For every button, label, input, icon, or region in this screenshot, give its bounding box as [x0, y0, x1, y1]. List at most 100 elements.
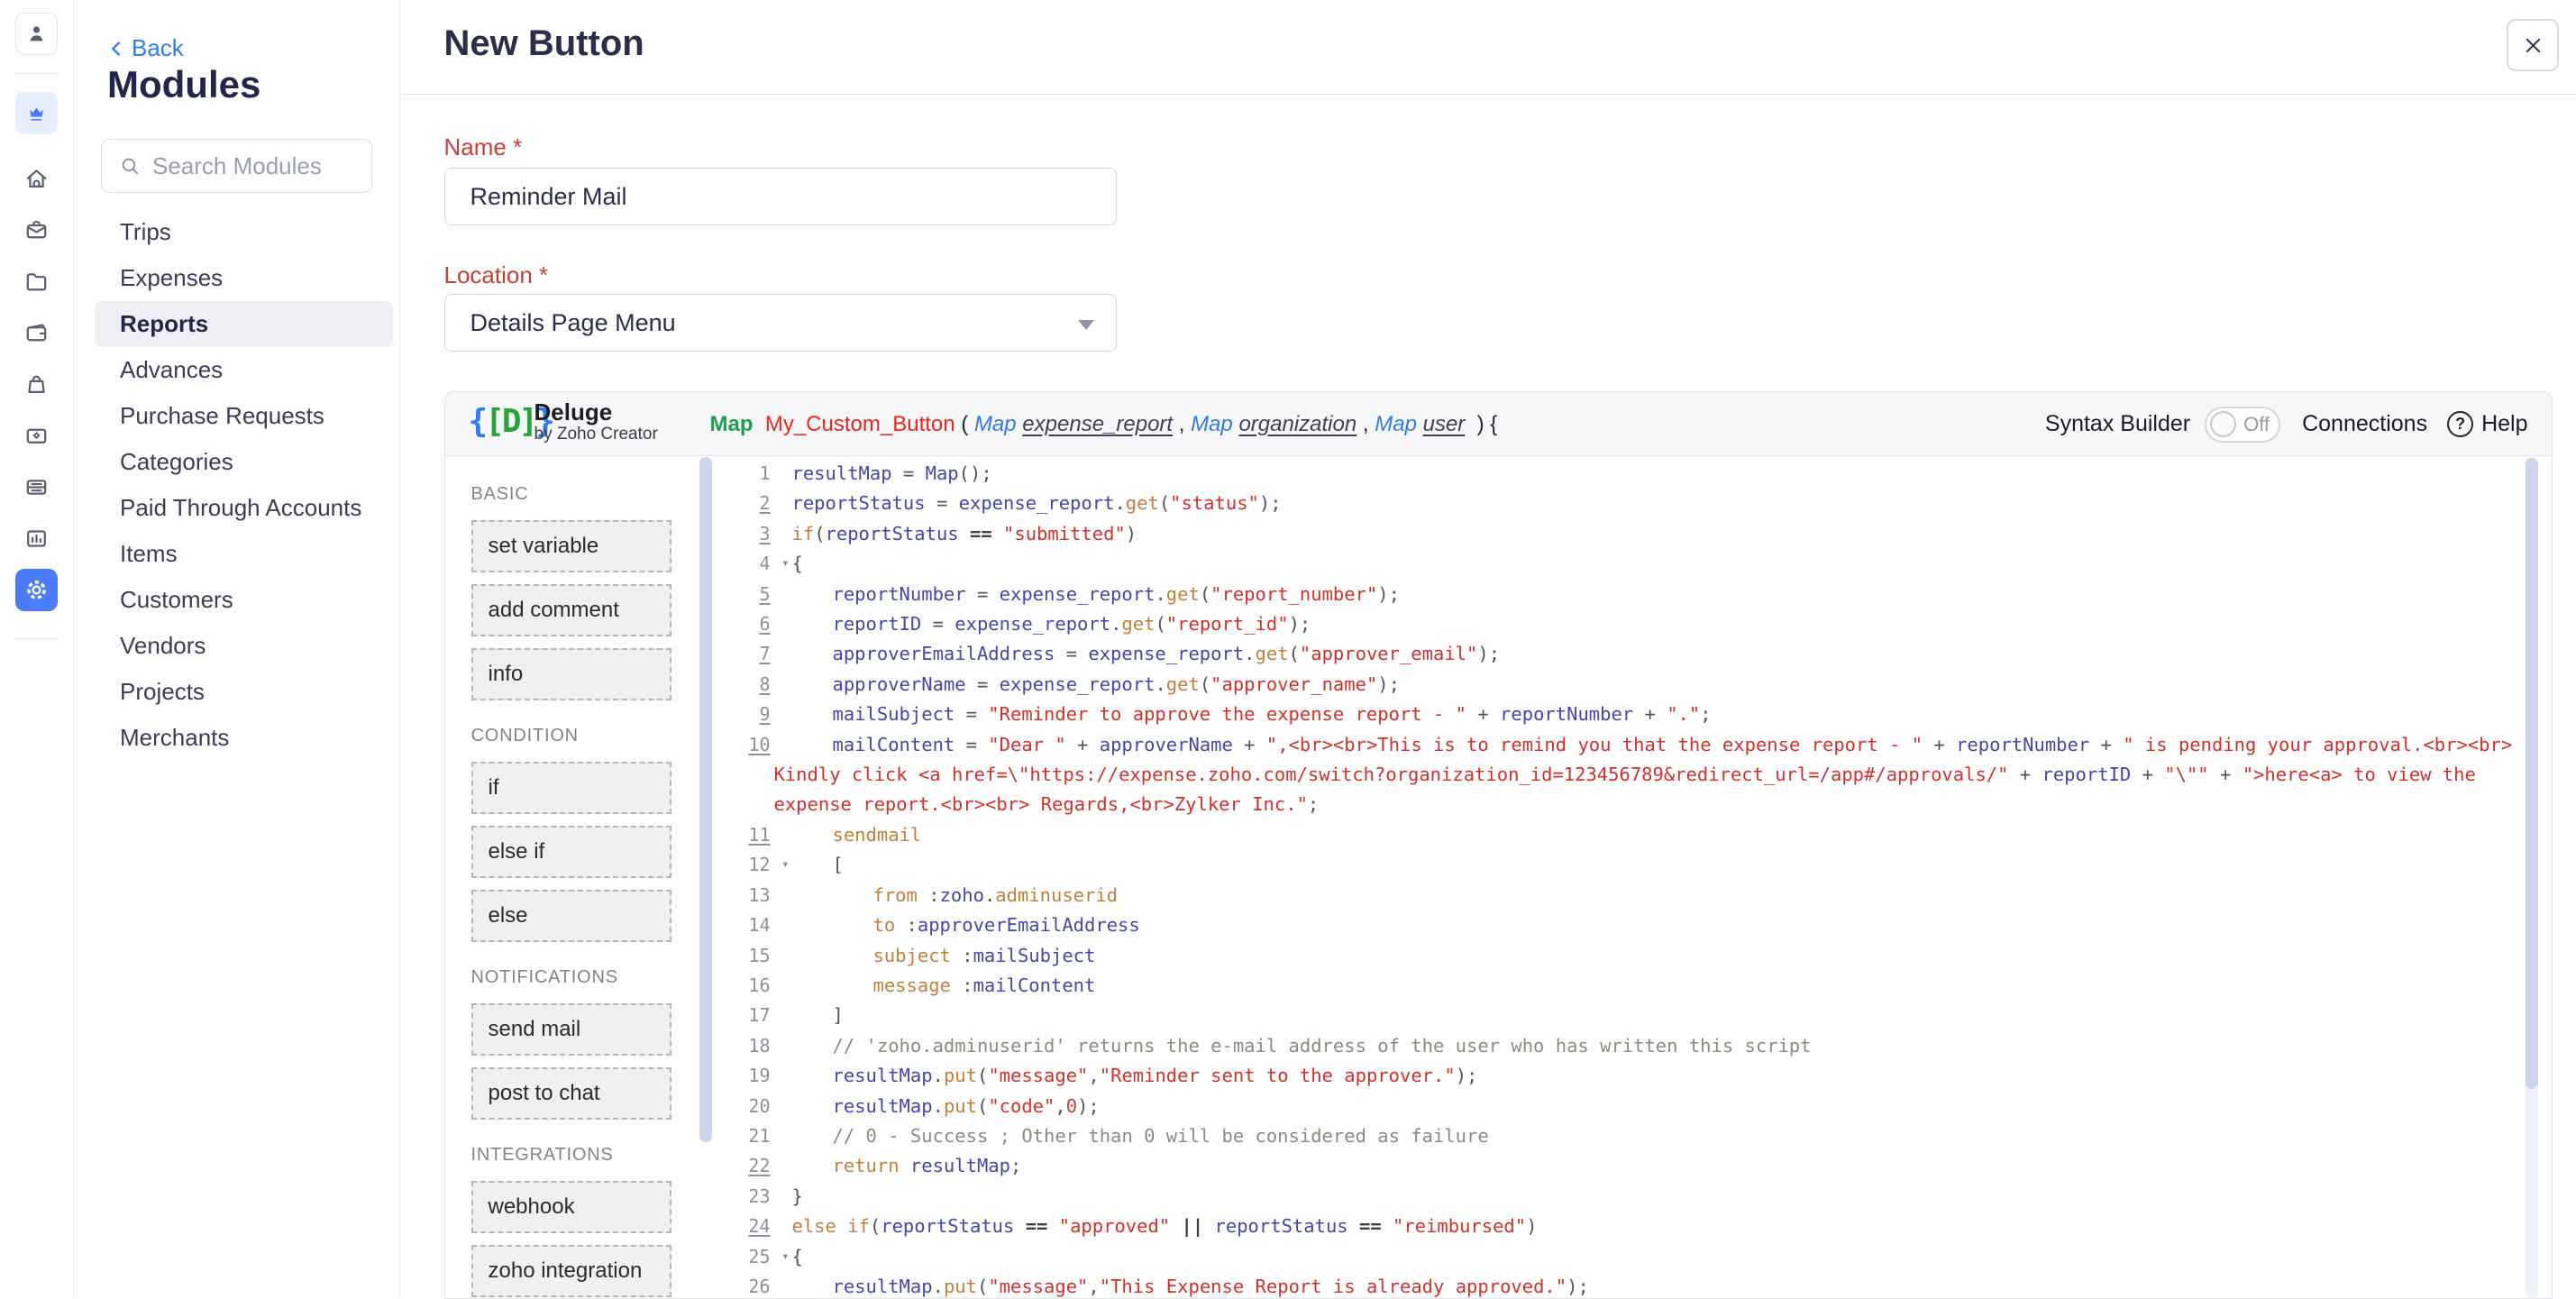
line-number-gutter	[713, 790, 792, 819]
syntax-builder-toggle[interactable]: Off	[2205, 407, 2280, 443]
back-label: Back	[132, 34, 184, 62]
sidebar-item-expenses[interactable]: Expenses	[95, 255, 393, 301]
code-line: 18// 'zoho.adminuserid' returns the e-ma…	[713, 1031, 2551, 1061]
code-line: 14to :approverEmailAddress	[713, 910, 2551, 940]
code-scrollbar[interactable]	[2526, 458, 2538, 1089]
snippet-info[interactable]: info	[471, 648, 671, 700]
line-number-gutter: 13	[713, 881, 792, 910]
gear-icon	[23, 576, 50, 604]
close-icon	[2523, 35, 2544, 56]
sidebar-item-purchase-requests[interactable]: Purchase Requests	[95, 393, 393, 439]
palette-section-title: BASIC	[471, 484, 699, 505]
sidebar-item-projects[interactable]: Projects	[95, 669, 393, 715]
sidebar-item-reports[interactable]: Reports	[95, 301, 393, 347]
sidebar-item-vendors[interactable]: Vendors	[95, 623, 393, 669]
sidebar-item-trips[interactable]: Trips	[95, 209, 393, 255]
rail-home-icon[interactable]	[15, 158, 58, 200]
line-number-gutter: 19	[713, 1061, 792, 1091]
line-number-gutter: 14	[713, 910, 792, 940]
caret-down-icon	[1078, 320, 1094, 330]
signature-token: ) {	[1465, 412, 1497, 437]
code-line: 10mailContent = "Dear " + approverName +…	[713, 730, 2551, 760]
sidebar-item-merchants[interactable]: Merchants	[95, 715, 393, 761]
line-number-gutter: 22	[713, 1151, 792, 1181]
palette-scrollbar[interactable]	[699, 457, 712, 1142]
snippet-zoho-integration[interactable]: zoho integration	[471, 1245, 671, 1297]
line-number-gutter: 10	[713, 730, 792, 760]
rail-briefcase-icon[interactable]	[15, 209, 58, 252]
connections-button[interactable]: Connections	[2302, 411, 2427, 437]
sidebar-item-categories[interactable]: Categories	[95, 439, 393, 485]
rail-gear-icon[interactable]	[15, 569, 58, 611]
question-circle-icon[interactable]: ?	[2447, 411, 2473, 437]
main-panel: New Button Name * Location * Details Pag…	[400, 0, 2576, 1298]
fold-arrow-icon[interactable]: ▾	[781, 850, 789, 880]
name-label: Name *	[444, 133, 523, 161]
code-line: 11sendmail	[713, 820, 2551, 850]
modules-search[interactable]	[101, 139, 372, 193]
rail-wallet-icon[interactable]	[15, 312, 58, 354]
fold-arrow-icon[interactable]: ▾	[781, 1242, 789, 1272]
snippet-if[interactable]: if	[471, 762, 671, 814]
code-editor[interactable]: 1resultMap = Map();2reportStatus = expen…	[713, 457, 2551, 1298]
snippet-send-mail[interactable]: send mail	[471, 1003, 671, 1056]
signature-token	[1233, 412, 1239, 437]
sidebar-item-advances[interactable]: Advances	[95, 347, 393, 393]
code-line: 19resultMap.put("message","Reminder sent…	[713, 1061, 2551, 1091]
bag-icon	[23, 370, 50, 398]
editor-brand-sub: by Zoho Creator	[534, 425, 658, 444]
line-number-gutter: 6	[713, 609, 792, 639]
line-number-gutter: 11	[713, 820, 792, 850]
snippet-webhook[interactable]: webhook	[471, 1181, 671, 1233]
rail-folder-icon[interactable]	[15, 261, 58, 303]
editor-brand: Deluge	[534, 399, 658, 425]
sidebar-item-items[interactable]: Items	[95, 531, 393, 577]
rail-cashbox-icon[interactable]	[15, 466, 58, 508]
rail-crown-icon[interactable]	[15, 92, 58, 134]
signature-token: user	[1423, 412, 1466, 437]
sidebar-item-paid-through-accounts[interactable]: Paid Through Accounts	[95, 485, 393, 531]
line-number-gutter: 24	[713, 1212, 792, 1241]
signature-token: organization	[1238, 412, 1357, 437]
signature-token: Map	[710, 412, 754, 437]
line-number-gutter: 4▾	[713, 549, 792, 579]
code-line: 16message :mailContent	[713, 971, 2551, 1001]
code-line: Kindly click <a href=\"https://expense.z…	[713, 760, 2551, 790]
snippet-else[interactable]: else	[471, 890, 671, 942]
code-line: expense report.<br><br> Regards,<br>Zylk…	[713, 790, 2551, 819]
rail-card-icon[interactable]	[15, 415, 58, 457]
location-select[interactable]: Details Page Menu	[444, 294, 1117, 352]
code-line: 22return resultMap;	[713, 1151, 2551, 1181]
cashbox-icon	[23, 473, 50, 501]
fold-arrow-icon[interactable]: ▾	[781, 549, 789, 579]
rail-bar-chart-icon[interactable]	[15, 517, 58, 560]
code-line: 25▾{	[713, 1242, 2551, 1272]
code-line: 1resultMap = Map();	[713, 459, 2551, 489]
snippet-else-if[interactable]: else if	[471, 826, 671, 878]
name-field[interactable]	[444, 168, 1117, 225]
folder-icon	[23, 268, 50, 296]
chevron-left-icon	[106, 39, 126, 59]
snippet-post-to-chat[interactable]: post to chat	[471, 1067, 671, 1120]
code-line: 12▾[	[713, 850, 2551, 880]
close-button[interactable]	[2507, 19, 2559, 71]
rail-user-icon[interactable]	[15, 13, 58, 55]
palette-section-title: NOTIFICATIONS	[471, 967, 699, 988]
search-input[interactable]	[152, 152, 360, 180]
code-line: 20resultMap.put("code",0);	[713, 1092, 2551, 1121]
back-link[interactable]: Back	[106, 34, 184, 62]
deluge-editor: {[D]} Deluge by Zoho Creator Map My_Cust…	[444, 391, 2553, 1299]
snippet-set-variable[interactable]: set variable	[471, 520, 671, 572]
toggle-knob	[2210, 411, 2236, 437]
snippet-add-comment[interactable]: add comment	[471, 584, 671, 636]
help-button[interactable]: Help	[2481, 411, 2527, 437]
user-icon	[24, 22, 49, 46]
rail-bag-icon[interactable]	[15, 363, 58, 406]
line-number-gutter: 9	[713, 700, 792, 729]
sidebar-item-customers[interactable]: Customers	[95, 577, 393, 623]
syntax-builder-label: Syntax Builder	[2045, 411, 2190, 437]
code-line: 3if(reportStatus == "submitted")	[713, 519, 2551, 549]
line-number-gutter: 16	[713, 971, 792, 1001]
code-line: 8approverName = expense_report.get("appr…	[713, 670, 2551, 700]
home-icon	[23, 165, 50, 193]
